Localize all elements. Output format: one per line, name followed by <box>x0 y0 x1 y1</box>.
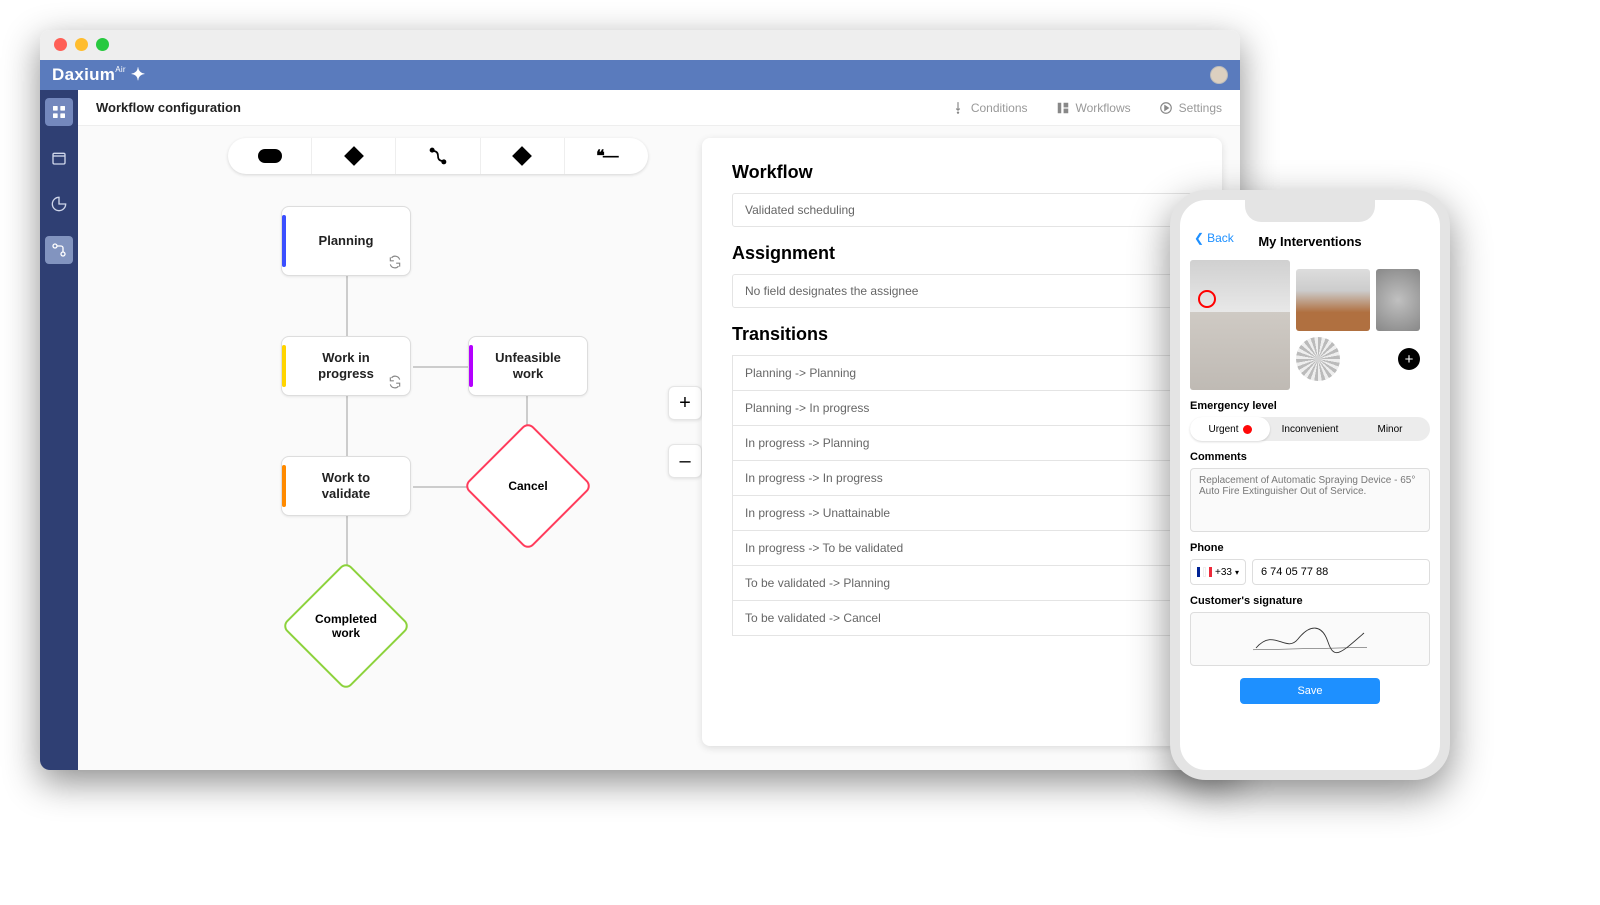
breadcrumb: Workflow configuration <box>96 100 241 115</box>
phone-number-input[interactable]: 6 74 05 77 88 <box>1252 559 1430 585</box>
photo-thumbnail[interactable] <box>1376 269 1420 331</box>
transition-item[interactable]: In progress -> Planning <box>732 426 1192 461</box>
connector <box>413 366 468 368</box>
emergency-segmented: Urgent Inconvenient Minor <box>1190 417 1430 441</box>
photo-thumbnail[interactable] <box>1296 269 1370 331</box>
add-photo-button[interactable]: + <box>1398 348 1420 370</box>
node-validate[interactable]: Work to validate <box>281 456 411 516</box>
tab-workflows-label: Workflows <box>1076 101 1131 115</box>
node-wip-label: Work in progress <box>318 350 374 383</box>
connector <box>346 396 348 456</box>
window-titlebar <box>40 30 1240 60</box>
tab-settings-label: Settings <box>1179 101 1222 115</box>
assignment-heading: Assignment <box>732 243 1192 264</box>
phone-notch <box>1245 198 1375 222</box>
avatar[interactable] <box>1210 66 1228 84</box>
comments-label: Comments <box>1190 451 1430 463</box>
desktop-window: DaxiumAir ✦ <box>40 30 1240 770</box>
tab-conditions[interactable]: Conditions <box>951 101 1028 115</box>
comments-textarea[interactable] <box>1190 468 1430 532</box>
transitions-list: Planning -> Planning Planning -> In prog… <box>732 355 1192 636</box>
transition-item[interactable]: Planning -> In progress <box>732 391 1192 426</box>
cycle-icon <box>388 255 402 269</box>
node-completed[interactable]: Completed work <box>286 566 406 686</box>
node-toolbar: ❝— <box>228 138 648 174</box>
traffic-minimize-icon[interactable] <box>75 38 88 51</box>
tool-decision2[interactable] <box>481 138 565 174</box>
node-work-in-progress[interactable]: Work in progress <box>281 336 411 396</box>
seg-urgent-label: Urgent <box>1208 424 1238 435</box>
plus-icon: + <box>1405 351 1414 368</box>
nav-rail <box>40 90 78 770</box>
node-completed-label: Completed work <box>315 612 377 641</box>
transitions-heading: Transitions <box>732 324 1192 345</box>
back-button[interactable]: ❮ Back <box>1194 231 1234 245</box>
transition-item[interactable]: In progress -> To be validated <box>732 531 1192 566</box>
cycle-icon <box>388 375 402 389</box>
node-planning[interactable]: Planning <box>281 206 411 276</box>
tab-conditions-label: Conditions <box>971 101 1028 115</box>
plus-icon: + <box>679 392 691 415</box>
signature-pad[interactable] <box>1190 612 1430 666</box>
phone-label: Phone <box>1190 542 1430 554</box>
rail-workflow[interactable] <box>45 236 73 264</box>
dial-code: +33 <box>1215 567 1232 578</box>
chevron-down-icon: ▾ <box>1235 568 1239 577</box>
transition-item[interactable]: To be validated -> Planning <box>732 566 1192 601</box>
save-button[interactable]: Save <box>1240 678 1380 704</box>
traffic-zoom-icon[interactable] <box>96 38 109 51</box>
transition-item[interactable]: To be validated -> Cancel <box>732 601 1192 636</box>
save-button-label: Save <box>1297 685 1322 697</box>
traffic-close-icon[interactable] <box>54 38 67 51</box>
tab-workflows[interactable]: Workflows <box>1056 101 1131 115</box>
rail-dashboard[interactable] <box>45 98 73 126</box>
workflow-name-field[interactable]: Validated scheduling <box>732 193 1192 227</box>
phone-number-value: 6 74 05 77 88 <box>1261 566 1328 578</box>
node-cancel[interactable]: Cancel <box>468 426 588 546</box>
brand-bar: DaxiumAir ✦ <box>40 60 1240 90</box>
seg-inconvenient-label: Inconvenient <box>1282 424 1339 435</box>
photo-thumbnail[interactable] <box>1296 337 1340 381</box>
minus-icon: – <box>679 450 690 473</box>
node-cancel-label: Cancel <box>508 479 547 493</box>
photo-thumbnail-main[interactable] <box>1190 260 1290 390</box>
tool-connector[interactable] <box>396 138 480 174</box>
phone-mockup: ❮ Back My Interventions + Emergency leve… <box>1170 190 1450 780</box>
country-code-select[interactable]: +33 ▾ <box>1190 559 1246 585</box>
seg-inconvenient[interactable]: Inconvenient <box>1270 417 1350 441</box>
tool-decision[interactable] <box>312 138 396 174</box>
urgent-dot-icon <box>1243 425 1252 434</box>
signature-label: Customer's signature <box>1190 595 1430 607</box>
details-panel: Workflow Validated scheduling Assignment… <box>702 138 1222 746</box>
signature-icon <box>1250 619 1370 659</box>
seg-minor-label: Minor <box>1377 424 1402 435</box>
node-validate-label: Work to validate <box>322 470 370 503</box>
seg-minor[interactable]: Minor <box>1350 417 1430 441</box>
transition-item[interactable]: Planning -> Planning <box>732 355 1192 391</box>
brand-sup: Air <box>115 65 126 74</box>
tab-settings[interactable]: Settings <box>1159 101 1222 115</box>
transition-item[interactable]: In progress -> In progress <box>732 461 1192 496</box>
node-planning-label: Planning <box>319 233 374 249</box>
rail-analytics[interactable] <box>45 190 73 218</box>
brand-text: Daxium <box>52 65 115 84</box>
rail-calendar[interactable] <box>45 144 73 172</box>
photo-gallery: + <box>1190 260 1430 390</box>
tool-comment[interactable]: ❝— <box>565 138 648 174</box>
transition-item[interactable]: In progress -> Unattainable <box>732 496 1192 531</box>
node-unfeasible[interactable]: Unfeasible work <box>468 336 588 396</box>
zoom-in-button[interactable]: + <box>668 386 702 420</box>
workflow-heading: Workflow <box>732 162 1192 183</box>
assignment-field[interactable]: No field designates the assignee <box>732 274 1192 308</box>
emergency-label: Emergency level <box>1190 400 1430 412</box>
seg-urgent[interactable]: Urgent <box>1190 417 1270 441</box>
back-label: Back <box>1207 231 1234 245</box>
node-unfeasible-label: Unfeasible work <box>495 350 561 383</box>
brand-logo: DaxiumAir ✦ <box>52 65 145 85</box>
zoom-out-button[interactable]: – <box>668 444 702 478</box>
connector <box>346 276 348 336</box>
screen-title: My Interventions <box>1258 234 1361 249</box>
workflow-canvas[interactable]: ❝— Planning <box>78 126 1240 770</box>
tool-state[interactable] <box>228 138 312 174</box>
